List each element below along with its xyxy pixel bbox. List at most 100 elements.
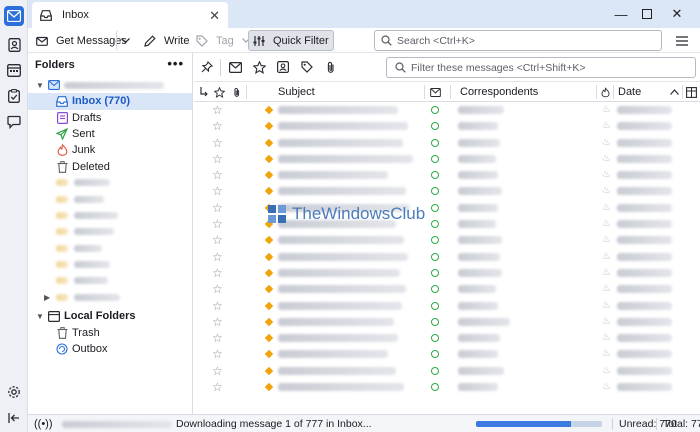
unread-dot-icon[interactable]: [431, 317, 439, 326]
correspondents-column-header[interactable]: Correspondents: [460, 82, 538, 102]
message-row[interactable]: ☆ ♨: [194, 151, 700, 167]
message-row[interactable]: ☆ ♨: [194, 281, 700, 297]
account-row[interactable]: ▼: [28, 77, 192, 93]
subject-column-header[interactable]: Subject: [278, 82, 315, 102]
folder-redacted[interactable]: [28, 175, 192, 191]
message-row[interactable]: ☆ ♨: [194, 346, 700, 362]
chevron-up-icon[interactable]: [670, 82, 679, 102]
junk-status-icon[interactable]: ♨: [602, 120, 611, 131]
message-row[interactable]: ☆ ♨: [194, 265, 700, 281]
star-column-icon[interactable]: [214, 82, 225, 102]
settings-icon[interactable]: [4, 382, 24, 402]
junk-status-icon[interactable]: ♨: [602, 169, 611, 180]
unread-dot-icon[interactable]: [431, 203, 439, 212]
junk-status-icon[interactable]: ♨: [602, 104, 611, 115]
message-row[interactable]: ☆ ♨: [194, 183, 700, 199]
junk-status-icon[interactable]: ♨: [602, 381, 611, 392]
unread-dot-icon[interactable]: [431, 268, 439, 277]
junk-status-icon[interactable]: ♨: [602, 267, 611, 278]
folder-outbox[interactable]: Outbox: [28, 341, 192, 357]
message-row[interactable]: ☆ ♨: [194, 298, 700, 314]
star-icon[interactable]: ☆: [212, 282, 223, 296]
unread-dot-icon[interactable]: [431, 187, 439, 196]
write-button[interactable]: Write: [140, 30, 193, 51]
star-icon[interactable]: ☆: [212, 380, 223, 394]
column-picker-icon[interactable]: [686, 82, 697, 102]
message-row[interactable]: ☆ ♨: [194, 200, 700, 216]
folder-drafts[interactable]: Drafts: [28, 110, 192, 126]
star-icon[interactable]: ☆: [212, 201, 223, 215]
unread-dot-icon[interactable]: [431, 350, 439, 359]
thread-column-icon[interactable]: [199, 82, 209, 102]
junk-status-icon[interactable]: ♨: [602, 365, 611, 376]
unread-dot-icon[interactable]: [431, 122, 439, 131]
folder-inbox[interactable]: Inbox (770): [28, 93, 192, 110]
junk-status-icon[interactable]: ♨: [602, 283, 611, 294]
chevron-down-icon[interactable]: ▼: [36, 312, 44, 321]
app-menu-button[interactable]: [672, 30, 692, 51]
attachment-filter-icon[interactable]: [324, 60, 338, 74]
junk-status-icon[interactable]: ♨: [602, 348, 611, 359]
folder-redacted[interactable]: [28, 240, 192, 256]
junk-status-icon[interactable]: ♨: [602, 234, 611, 245]
calendar-icon[interactable]: [4, 60, 24, 80]
folder-deleted[interactable]: Deleted: [28, 158, 192, 174]
unread-dot-icon[interactable]: [431, 366, 439, 375]
unread-dot-icon[interactable]: [431, 252, 439, 261]
junk-status-icon[interactable]: ♨: [602, 251, 611, 262]
message-row[interactable]: ☆ ♨: [194, 363, 700, 379]
message-row[interactable]: ☆ ♨: [194, 232, 700, 248]
unread-dot-icon[interactable]: [431, 220, 439, 229]
unread-dot-icon[interactable]: [431, 138, 439, 147]
message-row[interactable]: ☆ ♨: [194, 135, 700, 151]
close-icon[interactable]: ✕: [654, 0, 700, 28]
unread-dot-icon[interactable]: [431, 383, 439, 392]
tab-close-icon[interactable]: ✕: [209, 8, 220, 24]
star-icon[interactable]: ☆: [212, 266, 223, 280]
junk-status-icon[interactable]: ♨: [602, 218, 611, 229]
tab-inbox[interactable]: Inbox ✕: [32, 2, 228, 28]
message-row[interactable]: ☆ ♨: [194, 102, 700, 118]
junk-status-icon[interactable]: ♨: [602, 332, 611, 343]
chevron-down-icon[interactable]: ▼: [36, 81, 44, 90]
junk-status-icon[interactable]: ♨: [602, 185, 611, 196]
junk-status-icon[interactable]: ♨: [602, 202, 611, 213]
star-icon[interactable]: ☆: [212, 331, 223, 345]
star-icon[interactable]: ☆: [212, 119, 223, 133]
message-row[interactable]: ☆ ♨: [194, 379, 700, 395]
message-row[interactable]: ☆ ♨: [194, 167, 700, 183]
star-icon[interactable]: ☆: [212, 184, 223, 198]
message-row[interactable]: ☆ ♨: [194, 330, 700, 346]
chat-icon[interactable]: [4, 112, 24, 132]
star-icon[interactable]: ☆: [212, 168, 223, 182]
starred-filter-icon[interactable]: [252, 60, 266, 74]
contact-filter-icon[interactable]: [276, 60, 290, 74]
folder-junk[interactable]: Junk: [28, 142, 192, 158]
star-icon[interactable]: ☆: [212, 136, 223, 150]
star-icon[interactable]: ☆: [212, 299, 223, 313]
star-icon[interactable]: ☆: [212, 347, 223, 361]
folder-redacted[interactable]: [28, 256, 192, 272]
junk-status-icon[interactable]: ♨: [602, 300, 611, 311]
star-icon[interactable]: ☆: [212, 250, 223, 264]
folder-redacted[interactable]: [28, 273, 192, 289]
star-icon[interactable]: ☆: [212, 152, 223, 166]
star-icon[interactable]: ☆: [212, 233, 223, 247]
folder-redacted[interactable]: [28, 191, 192, 207]
message-row[interactable]: ☆ ♨: [194, 216, 700, 232]
get-messages-dropdown[interactable]: [116, 30, 134, 51]
star-icon[interactable]: ☆: [212, 103, 223, 117]
junk-status-icon[interactable]: ♨: [602, 137, 611, 148]
star-icon[interactable]: ☆: [212, 364, 223, 378]
folder-sent[interactable]: Sent: [28, 126, 192, 142]
junk-column-icon[interactable]: [601, 82, 610, 102]
unread-filter-icon[interactable]: [228, 60, 242, 74]
collapse-icon[interactable]: [4, 408, 24, 428]
quick-filter-button[interactable]: Quick Filter: [248, 30, 334, 51]
junk-status-icon[interactable]: ♨: [602, 316, 611, 327]
unread-dot-icon[interactable]: [431, 154, 439, 163]
global-search-input[interactable]: Search <Ctrl+K>: [374, 30, 662, 51]
attachment-column-icon[interactable]: [233, 82, 241, 102]
folder-redacted[interactable]: [28, 224, 192, 240]
filter-messages-input[interactable]: Filter these messages <Ctrl+Shift+K>: [386, 57, 696, 78]
